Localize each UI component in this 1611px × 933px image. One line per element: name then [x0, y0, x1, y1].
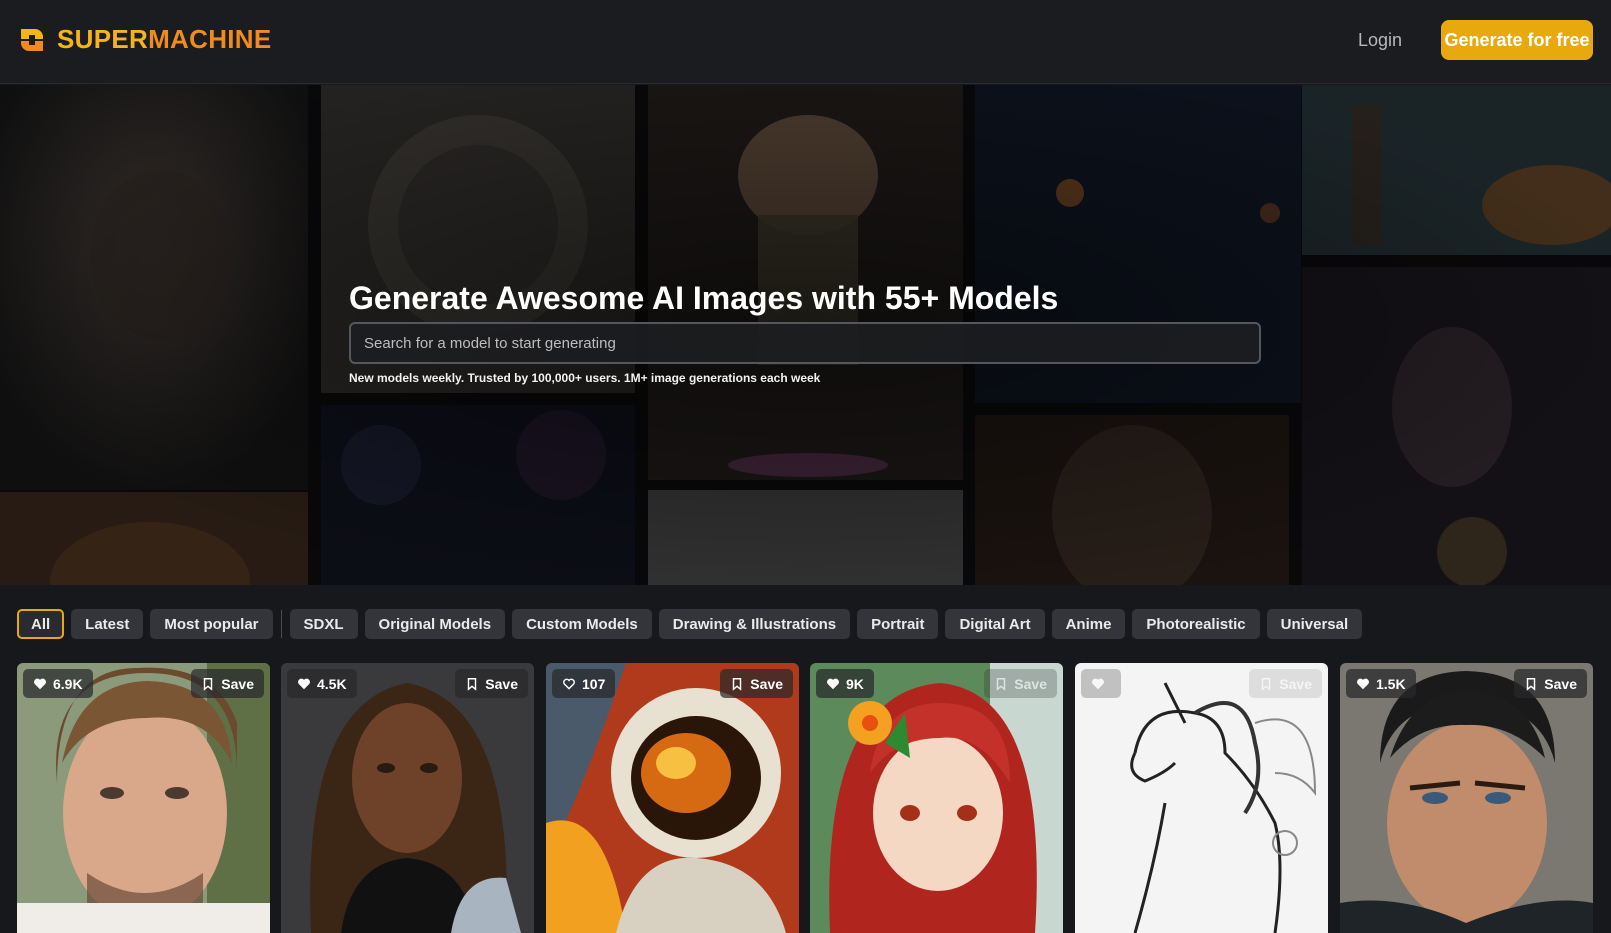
bookmark-icon: [1527, 677, 1536, 691]
save-button[interactable]: Save: [455, 669, 528, 698]
filter-custom-models[interactable]: Custom Models: [512, 609, 652, 639]
model-card[interactable]: 4.5K Save: [281, 663, 534, 933]
logo-icon: [21, 28, 43, 51]
card-image-man-portrait: [17, 663, 270, 933]
top-nav: SUPERMACHINE Login Generate for free: [0, 0, 1611, 84]
like-count: 1.5K: [1376, 675, 1406, 692]
filter-portrait[interactable]: Portrait: [857, 609, 939, 639]
hero-section: Generate Awesome AI Images with 55+ Mode…: [0, 85, 1611, 585]
bookmark-icon: [468, 677, 477, 691]
hero-title: Generate Awesome AI Images with 55+ Mode…: [349, 280, 1059, 316]
card-image-woman-portrait: [281, 663, 534, 933]
card-image-astronaut-painting: [546, 663, 799, 933]
bookmark-icon: [1262, 677, 1271, 691]
like-count-badge[interactable]: 6.9K: [23, 669, 93, 698]
model-card[interactable]: 9K Save: [810, 663, 1063, 933]
card-image-unicorn-line-art: [1075, 663, 1328, 933]
category-filters: All Latest Most popular SDXL Original Mo…: [17, 609, 1363, 639]
heart-icon: [298, 678, 310, 689]
like-count-badge[interactable]: 1.5K: [1346, 669, 1416, 698]
heart-icon: [827, 678, 839, 689]
heart-outline-icon: [563, 678, 575, 690]
like-count-badge[interactable]: 4.5K: [287, 669, 357, 698]
save-button[interactable]: Save: [1249, 669, 1322, 698]
card-image-man-portrait-dark: [1340, 663, 1593, 933]
save-label: Save: [1544, 675, 1577, 692]
brand-name: SUPERMACHINE: [57, 24, 272, 54]
model-card[interactable]: Save: [1075, 663, 1328, 933]
bookmark-icon: [204, 677, 213, 691]
like-count: 9K: [846, 675, 864, 692]
filter-universal[interactable]: Universal: [1266, 609, 1363, 639]
save-label: Save: [221, 675, 254, 692]
save-button[interactable]: Save: [191, 669, 264, 698]
model-card[interactable]: 1.5K Save: [1340, 663, 1593, 933]
model-card[interactable]: 6.9K Save: [17, 663, 270, 933]
like-count: 4.5K: [317, 675, 347, 692]
brand-logo[interactable]: SUPERMACHINE: [17, 24, 272, 55]
filter-drawing-illustrations[interactable]: Drawing & Illustrations: [658, 609, 851, 639]
save-label: Save: [1279, 675, 1312, 692]
model-search-input[interactable]: [349, 322, 1261, 364]
filter-digital-art[interactable]: Digital Art: [945, 609, 1045, 639]
save-button[interactable]: Save: [984, 669, 1057, 698]
filter-sdxl[interactable]: SDXL: [289, 609, 358, 639]
filter-photorealistic[interactable]: Photorealistic: [1132, 609, 1260, 639]
generate-for-free-button[interactable]: Generate for free: [1441, 20, 1593, 60]
model-card[interactable]: 107 Save: [546, 663, 799, 933]
heart-icon: [1092, 678, 1104, 689]
like-count: 6.9K: [53, 675, 83, 692]
save-label: Save: [750, 675, 783, 692]
bookmark-icon: [997, 677, 1006, 691]
card-image-anime-girl: [810, 663, 1063, 933]
filter-all[interactable]: All: [17, 609, 65, 639]
save-label: Save: [485, 675, 518, 692]
save-button[interactable]: Save: [1514, 669, 1587, 698]
heart-icon: [1357, 678, 1369, 689]
like-count-badge[interactable]: 9K: [816, 669, 874, 698]
save-label: Save: [1014, 675, 1047, 692]
filter-latest[interactable]: Latest: [71, 609, 144, 639]
like-count-badge[interactable]: [1081, 669, 1121, 698]
filter-most-popular[interactable]: Most popular: [150, 609, 273, 639]
filter-anime[interactable]: Anime: [1051, 609, 1126, 639]
heart-icon: [34, 678, 46, 689]
filter-divider: [280, 610, 282, 638]
like-count: 107: [582, 675, 606, 692]
save-button[interactable]: Save: [720, 669, 793, 698]
login-link[interactable]: Login: [1358, 30, 1402, 51]
bookmark-icon: [733, 677, 742, 691]
like-count-badge[interactable]: 107: [552, 669, 616, 698]
filter-original-models[interactable]: Original Models: [364, 609, 506, 639]
hero-subtitle: New models weekly. Trusted by 100,000+ u…: [349, 371, 821, 385]
